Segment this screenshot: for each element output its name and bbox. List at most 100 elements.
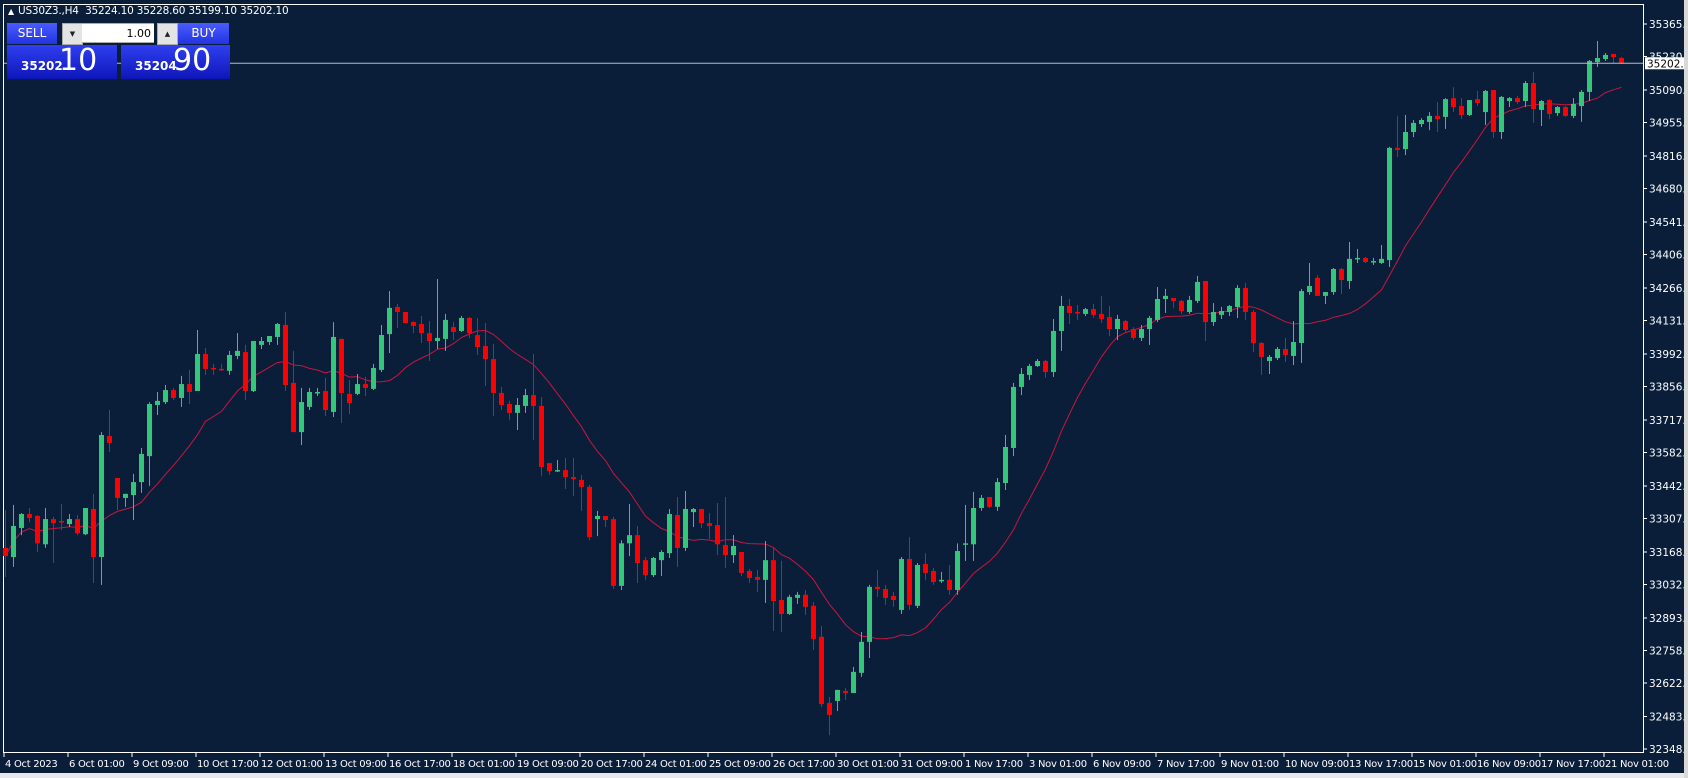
time-tick-label: 7 Nov 17:00 <box>1157 759 1215 770</box>
candle-body <box>483 346 488 360</box>
sell-price-box[interactable]: 35202 10 <box>7 43 117 79</box>
candle-body <box>91 508 96 558</box>
candle-body <box>1051 330 1056 373</box>
candle-body <box>763 560 768 580</box>
candle-body <box>931 570 936 583</box>
candle-body <box>1435 115 1440 120</box>
candle <box>115 477 120 510</box>
candle <box>963 504 968 561</box>
candle <box>1291 321 1296 366</box>
triangle-up-icon[interactable]: ▲ <box>8 7 14 16</box>
candle <box>555 459 560 472</box>
candle-body <box>1171 298 1176 301</box>
candle-body <box>1387 147 1392 261</box>
candle <box>491 343 496 417</box>
candle <box>819 625 824 707</box>
time-tick-label: 10 Oct 17:00 <box>197 759 259 770</box>
candle <box>1091 304 1096 318</box>
candle <box>539 397 544 477</box>
candle-body <box>1083 309 1088 314</box>
candle-body <box>363 384 368 388</box>
candle-body <box>1443 99 1448 117</box>
lot-increase-button[interactable]: ▲ <box>157 23 178 45</box>
candle <box>563 458 568 490</box>
candle-body <box>1459 106 1464 115</box>
candle <box>1499 95 1504 139</box>
candle <box>395 304 400 329</box>
candle-body <box>1603 54 1608 59</box>
lot-size-input[interactable]: 1.00 <box>82 23 154 43</box>
price-chart[interactable]: 35365.6035230.3035090.9034955.6034816.20… <box>0 0 1688 778</box>
time-tick-label: 13 Nov 17:00 <box>1349 759 1413 770</box>
candle <box>1147 316 1152 345</box>
candle <box>1035 359 1040 367</box>
candle <box>227 350 232 375</box>
candle-body <box>443 319 448 339</box>
candle <box>771 547 776 632</box>
candle-body <box>1187 299 1192 312</box>
buy-button[interactable]: BUY <box>178 23 229 44</box>
candle <box>571 458 576 497</box>
candle-body <box>1395 147 1400 151</box>
candle-body <box>467 317 472 334</box>
candle-body <box>1499 96 1504 133</box>
buy-price-box[interactable]: 35204 90 <box>121 43 230 79</box>
candle-body <box>795 594 800 598</box>
candle <box>763 541 768 603</box>
candle-body <box>123 493 128 498</box>
candle-body <box>147 403 152 457</box>
candle-body <box>1043 360 1048 373</box>
candle <box>1395 115 1400 158</box>
candle-body <box>1379 258 1384 263</box>
candle <box>715 502 720 556</box>
candle <box>1427 112 1432 131</box>
candle-body <box>635 535 640 564</box>
candle-body <box>1419 120 1424 125</box>
candle-body <box>1331 268 1336 293</box>
candle <box>739 551 744 577</box>
candle <box>139 447 144 493</box>
price-tick-label: 33168.00 <box>1649 547 1688 559</box>
candle-body <box>1147 317 1152 330</box>
candle <box>811 601 816 651</box>
candle-body <box>1347 258 1352 281</box>
time-tick-label: 26 Oct 17:00 <box>773 759 835 770</box>
candle-body <box>163 390 168 403</box>
time-tick-label: 16 Oct 17:00 <box>389 759 451 770</box>
candle <box>1227 305 1232 317</box>
candle-body <box>1227 305 1232 312</box>
candle-body <box>603 515 608 521</box>
candle <box>635 526 640 583</box>
candle <box>1195 275 1200 304</box>
time-tick-label: 19 Oct 09:00 <box>517 759 579 770</box>
candle <box>331 322 336 417</box>
price-tick-label: 33582.10 <box>1649 447 1688 459</box>
candle-body <box>35 515 40 544</box>
sell-button[interactable]: SELL <box>7 23 57 44</box>
candle-body <box>259 341 264 345</box>
price-tick-label: 33717.40 <box>1649 415 1688 427</box>
candle <box>1403 114 1408 156</box>
candle <box>1387 146 1392 268</box>
candle <box>995 477 1000 511</box>
candle <box>51 516 56 564</box>
time-tick-label: 10 Nov 09:00 <box>1285 759 1349 770</box>
candle <box>603 515 608 528</box>
candle <box>619 540 624 590</box>
time-tick-label: 3 Nov 01:00 <box>1029 759 1087 770</box>
time-tick-label: 17 Nov 17:00 <box>1541 759 1605 770</box>
candle <box>923 553 928 580</box>
candle-body <box>667 514 672 554</box>
candle-body <box>195 354 200 392</box>
candle-body <box>1011 386 1016 448</box>
candle-body <box>659 551 664 561</box>
buy-price-major: 35204 <box>135 59 177 73</box>
candle-body <box>475 335 480 348</box>
candle <box>323 377 328 417</box>
lot-decrease-button[interactable]: ▼ <box>62 23 83 45</box>
candle <box>283 311 288 392</box>
candle-body <box>491 359 496 393</box>
candle <box>1459 98 1464 120</box>
candle <box>667 508 672 558</box>
candle-body <box>715 525 720 545</box>
